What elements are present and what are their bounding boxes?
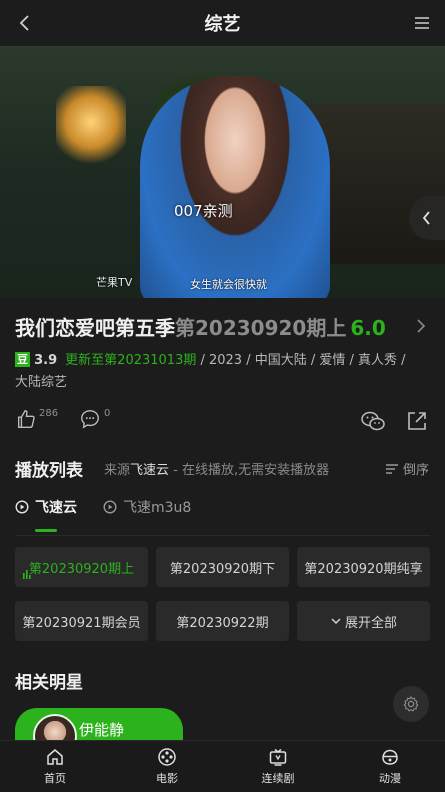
broadcaster-logo: 芒果TV bbox=[96, 276, 133, 289]
nav-label: 电影 bbox=[156, 772, 178, 785]
show-title: 我们恋爱吧第五季 bbox=[15, 316, 175, 340]
episode-button[interactable]: 第20230921期会员 bbox=[15, 601, 148, 641]
background-lamp bbox=[56, 86, 126, 166]
nav-item-series[interactable]: 连续剧 bbox=[238, 747, 318, 786]
episode-button[interactable]: 第20230920期下 bbox=[156, 547, 289, 587]
source-desc: - 在线播放,无需安装播放器 bbox=[169, 463, 330, 478]
source-name: 飞速云 bbox=[130, 463, 170, 478]
current-episode: 第20230920期上 bbox=[175, 316, 347, 340]
playlist-heading: 播放列表 bbox=[15, 461, 83, 481]
bottom-nav: 首页 电影 连续剧 动漫 bbox=[0, 740, 445, 792]
source-tabs: 飞速云 飞速m3u8 bbox=[15, 495, 430, 536]
nav-label: 首页 bbox=[44, 772, 66, 785]
episode-button[interactable]: 第20230920期纯享 bbox=[297, 547, 430, 587]
anime-icon bbox=[382, 749, 398, 765]
film-reel-icon bbox=[158, 748, 176, 766]
active-tab-indicator bbox=[35, 529, 57, 532]
play-circle-icon bbox=[15, 500, 29, 514]
video-watermark: 007亲测 bbox=[174, 202, 233, 220]
sort-order-label: 倒序 bbox=[402, 463, 429, 478]
sort-order-button[interactable]: 倒序 bbox=[385, 459, 429, 478]
source-description: 来源飞速云 - 在线播放,无需安装播放器 bbox=[104, 459, 350, 478]
nav-item-home[interactable]: 首页 bbox=[15, 747, 95, 786]
update-status: 更新至第20231013期 bbox=[65, 353, 197, 368]
episode-label: 第20230920期上 bbox=[28, 561, 135, 577]
video-frame-person bbox=[140, 76, 330, 298]
action-bar: 286 0 bbox=[0, 408, 445, 438]
expand-all-label: 展开全部 bbox=[344, 615, 397, 631]
show-tags: / 2023 / 中国大陆 / 爱情 / 真人秀 / bbox=[200, 353, 406, 368]
show-title-line[interactable]: 我们恋爱吧第五季第20230920期上 6.0 bbox=[15, 312, 386, 341]
show-score: 6.0 bbox=[350, 316, 386, 340]
expand-all-button[interactable]: 展开全部 bbox=[297, 601, 430, 641]
video-caption: 女生就会很快就 bbox=[190, 278, 267, 291]
external-share-icon[interactable] bbox=[406, 410, 428, 432]
like-button[interactable]: 286 bbox=[15, 408, 58, 430]
hamburger-menu-icon[interactable] bbox=[413, 14, 431, 32]
show-meta: 豆 3.9 更新至第20231013期 / 2023 / 中国大陆 / 爱情 / … bbox=[15, 350, 425, 394]
comment-button[interactable]: 0 bbox=[78, 408, 110, 430]
episode-label: 第20230920期下 bbox=[169, 561, 276, 577]
episode-label: 第20230921期会员 bbox=[22, 615, 141, 631]
gear-icon bbox=[403, 695, 419, 712]
nav-item-anime[interactable]: 动漫 bbox=[350, 747, 430, 786]
like-count: 286 bbox=[39, 408, 59, 419]
douban-rating: 3.9 bbox=[34, 353, 58, 368]
nav-item-movies[interactable]: 电影 bbox=[127, 747, 207, 786]
episode-button[interactable]: 第20230922期 bbox=[156, 601, 289, 641]
wechat-share-icon[interactable] bbox=[360, 410, 386, 432]
tab-feisuyun[interactable]: 飞速云 bbox=[15, 497, 77, 517]
star-name: 伊能静 bbox=[79, 721, 125, 739]
thumbs-up-icon bbox=[17, 410, 35, 428]
video-player[interactable]: 007亲测 芒果TV 女生就会很快就 bbox=[0, 46, 445, 298]
side-drawer-toggle[interactable] bbox=[409, 196, 445, 240]
comment-count: 0 bbox=[104, 408, 111, 419]
comment-icon bbox=[81, 410, 99, 429]
tab-label: 飞速云 bbox=[35, 500, 77, 516]
tv-icon bbox=[269, 748, 287, 766]
chevron-down-icon bbox=[331, 618, 341, 625]
chevron-left-icon[interactable] bbox=[16, 13, 36, 33]
episode-label: 第20230920期纯享 bbox=[304, 561, 423, 577]
tab-feisu-m3u8[interactable]: 飞速m3u8 bbox=[103, 497, 191, 517]
nav-label: 连续剧 bbox=[261, 772, 295, 785]
show-category: 大陆综艺 bbox=[15, 375, 68, 390]
episode-label: 第20230922期 bbox=[176, 615, 269, 631]
tab-label: 飞速m3u8 bbox=[123, 500, 192, 516]
source-prefix: 来源 bbox=[104, 463, 131, 478]
chevron-left-icon bbox=[422, 211, 430, 225]
chevron-right-icon[interactable] bbox=[415, 318, 427, 334]
episode-button[interactable]: 第20230920期上 bbox=[15, 547, 148, 587]
playing-equalizer-icon bbox=[23, 570, 31, 579]
page-title: 综艺 bbox=[204, 14, 241, 35]
sort-icon bbox=[385, 463, 398, 474]
play-circle-icon bbox=[103, 500, 117, 514]
nav-label: 动漫 bbox=[379, 772, 401, 785]
related-stars-heading: 相关明星 bbox=[15, 673, 83, 693]
douban-badge: 豆 bbox=[15, 352, 30, 367]
home-icon bbox=[47, 749, 63, 765]
settings-fab[interactable] bbox=[393, 686, 429, 722]
top-bar: 综艺 bbox=[0, 0, 445, 46]
